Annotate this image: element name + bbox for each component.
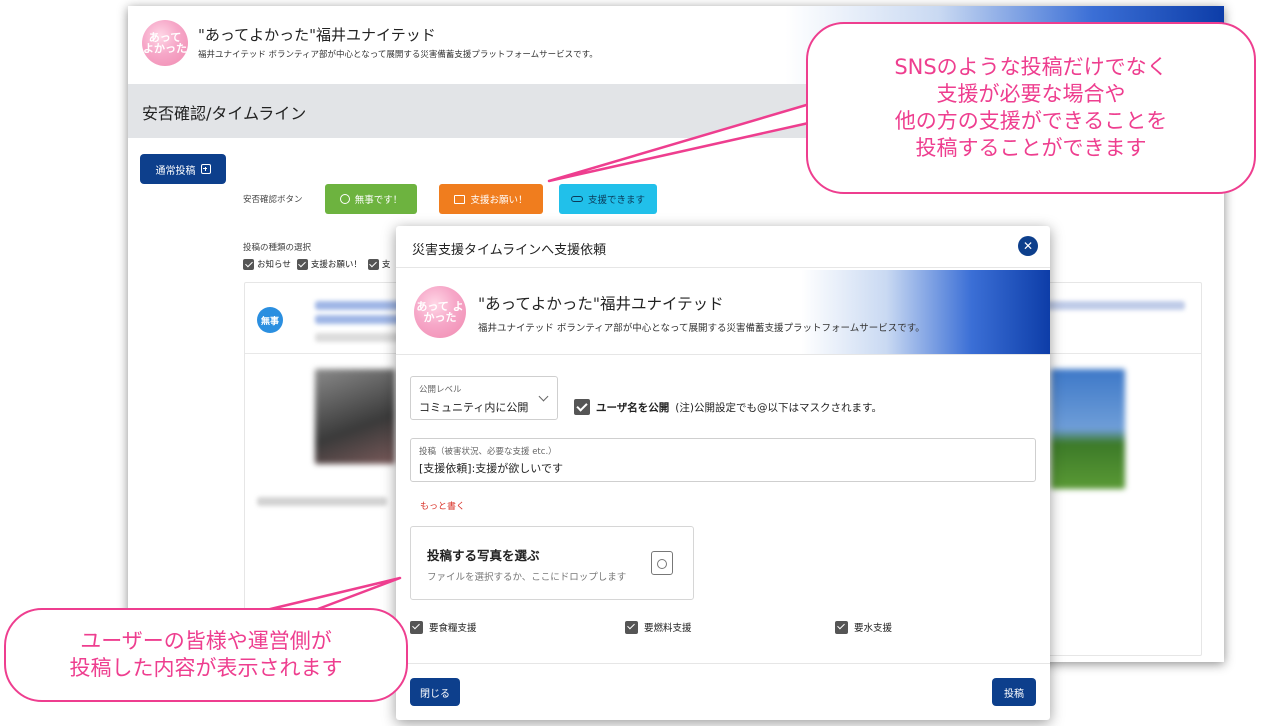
normal-post-label: 通常投稿 [155, 165, 196, 177]
site-title: "あってよかった"福井ユナイテッド [478, 295, 724, 313]
site-logo-text: あって よかった [143, 31, 187, 55]
can-help-button[interactable]: 支援できます [559, 184, 657, 214]
post-textarea-value: [支援依頼]:支援が欲しいです [419, 462, 563, 475]
site-logo: あって よかった [142, 20, 188, 66]
need-water-checkbox[interactable]: 要水支援 [835, 620, 892, 634]
support-request-modal: 災害支援タイムラインへ支援依頼 ✕ あって よかった "あってよかった"福井ユナ… [396, 226, 1050, 720]
close-icon[interactable]: ✕ [1018, 236, 1038, 256]
callout-timeline-display: ユーザーの皆様や運営側が 投稿した内容が表示されます [4, 608, 408, 702]
need-fuel-label: 要燃料支援 [644, 623, 692, 634]
checkbox-checked-icon [296, 258, 308, 270]
callout-line: 他の方の支援ができることを [894, 109, 1168, 133]
checkbox-checked-icon [243, 258, 254, 270]
blurred-text [1045, 301, 1185, 310]
safe-button[interactable]: 無事です！ [325, 184, 417, 214]
visibility-select-label: 公開レベル [419, 385, 462, 395]
checkbox-checked-icon [574, 399, 590, 415]
checkbox-checked-icon [625, 620, 638, 634]
can-help-label: 支援できます [587, 195, 645, 206]
filter-notice-label: お知らせ [257, 260, 291, 270]
handshake-icon [570, 196, 583, 202]
filter-notice[interactable]: お知らせ [243, 258, 291, 270]
divider [396, 354, 1050, 355]
request-help-button[interactable]: 支援お願い！ [439, 184, 543, 214]
first-aid-bag-icon [454, 194, 466, 204]
filter-can-help[interactable]: 支 [367, 258, 391, 270]
timeline-photo [1051, 369, 1125, 489]
site-logo-text: あって よかった [416, 300, 464, 324]
post-type-filters: お知らせ 支援お願い！ 支 [243, 258, 390, 270]
username-public-note: (注)公開設定でも@以下はマスクされます。 [675, 401, 882, 414]
post-button[interactable]: 投稿 [992, 678, 1036, 706]
modal-title: 災害支援タイムラインへ支援依頼 [412, 243, 607, 258]
post-type-filter-label: 投稿の種類の選択 [243, 243, 312, 253]
photo-dropzone-subtitle: ファイルを選択するか、ここにドロップします [427, 572, 627, 583]
status-badge: 無事 [257, 307, 283, 333]
callout-line: SNSのような投稿だけでなく [894, 55, 1168, 79]
plus-box-icon [200, 164, 211, 174]
filter-help-request-label: 支援お願い！ [310, 260, 362, 270]
visibility-select-value: コミュニティ内に公開 [419, 401, 529, 414]
safety-buttons-label: 安否確認ボタン [243, 195, 303, 205]
need-food-checkbox[interactable]: 要食糧支援 [410, 620, 477, 634]
smile-icon [339, 194, 350, 204]
site-logo: あって よかった [414, 286, 466, 338]
write-more-link[interactable]: もっと書く [420, 499, 465, 512]
site-title: "あってよかった"福井ユナイテッド [198, 26, 436, 44]
chevron-down-icon [538, 391, 549, 402]
callout-line: 投稿した内容が表示されます [69, 656, 343, 680]
photo-dropzone-title: 投稿する写真を選ぶ [427, 548, 540, 563]
modal-site-banner: あって よかった "あってよかった"福井ユナイテッド 福井ユナイテッド ボランテ… [396, 270, 1050, 354]
need-food-label: 要食糧支援 [429, 623, 477, 634]
blurred-text [257, 497, 387, 506]
callout-line: ユーザーの皆様や運営側が [80, 629, 332, 653]
checkbox-checked-icon [367, 258, 379, 270]
post-textarea-label: 投稿（被害状況、必要な支援 etc.） [419, 447, 557, 457]
username-public-label: ユーザ名を公開 [596, 401, 670, 414]
page-title: 安否確認/タイムライン [142, 104, 307, 123]
safe-button-label: 無事です！ [354, 195, 403, 206]
site-subtitle: 福井ユナイテッド ボランティア部が中心となって展開する災害備蓄支援プラットフォー… [198, 50, 598, 60]
checkbox-checked-icon [835, 620, 848, 634]
username-public-checkbox[interactable]: ユーザ名を公開 (注)公開設定でも@以下はマスクされます。 [574, 399, 882, 415]
photo-dropzone[interactable]: 投稿する写真を選ぶ ファイルを選択するか、ここにドロップします [410, 526, 694, 600]
camera-icon [651, 551, 673, 575]
modal-header: 災害支援タイムラインへ支援依頼 ✕ [396, 226, 1050, 268]
timeline-photo [315, 369, 395, 464]
callout-posting-types: SNSのような投稿だけでなく 支援が必要な場合や 他の方の支援ができることを 投… [806, 22, 1256, 194]
divider [396, 663, 1050, 664]
filter-help-request[interactable]: 支援お願い！ [296, 258, 362, 270]
callout-line: 支援が必要な場合や [936, 82, 1126, 106]
need-fuel-checkbox[interactable]: 要燃料支援 [625, 620, 692, 634]
need-water-label: 要水支援 [854, 623, 893, 634]
checkbox-checked-icon [410, 620, 423, 634]
callout-line: 投稿することができます [915, 136, 1147, 160]
visibility-select[interactable]: 公開レベル コミュニティ内に公開 [410, 376, 558, 420]
filter-can-help-label: 支 [381, 260, 391, 270]
close-button[interactable]: 閉じる [410, 678, 460, 706]
post-textarea[interactable]: 投稿（被害状況、必要な支援 etc.） [支援依頼]:支援が欲しいです [410, 438, 1036, 482]
request-help-label: 支援お願い！ [470, 195, 528, 206]
site-subtitle: 福井ユナイテッド ボランティア部が中心となって展開する災害備蓄支援プラットフォー… [478, 323, 925, 334]
normal-post-button[interactable]: 通常投稿 [140, 154, 226, 184]
